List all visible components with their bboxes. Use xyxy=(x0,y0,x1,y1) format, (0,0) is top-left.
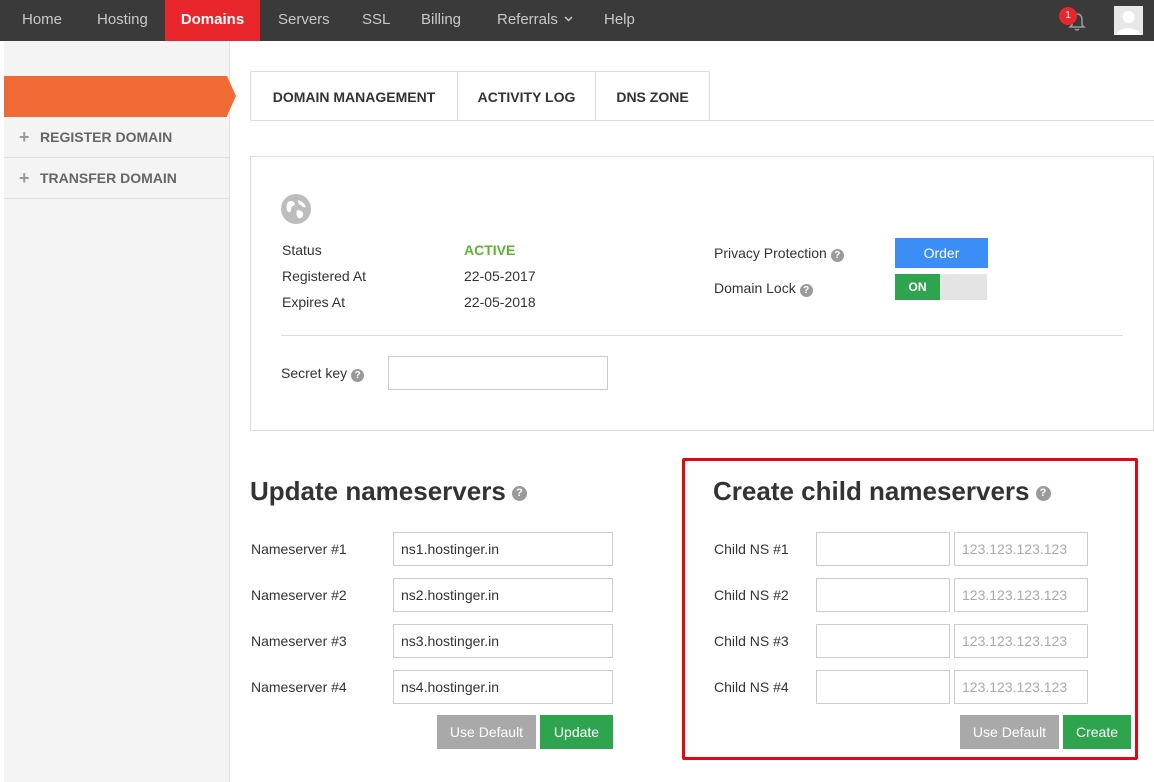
secret-key-text: Secret key xyxy=(281,365,348,381)
tab-activity-log[interactable]: ACTIVITY LOG xyxy=(457,71,596,121)
domain-info-panel xyxy=(250,156,1154,431)
top-nav-bar: Home Hosting Domains Servers SSL Billing… xyxy=(0,0,1154,48)
nameserver-1-label: Nameserver #1 xyxy=(251,541,347,557)
registered-value: 22-05-2017 xyxy=(464,268,536,284)
panel-divider xyxy=(281,335,1123,336)
domain-lock-text: Domain Lock xyxy=(714,280,796,296)
sidebar-item-transfer-domain[interactable]: + TRANSFER DOMAIN xyxy=(4,158,230,199)
help-icon[interactable]: ? xyxy=(1035,485,1051,501)
nav-referrals[interactable]: Referrals xyxy=(497,0,573,41)
sidebar-item-label: TRANSFER DOMAIN xyxy=(40,170,177,186)
child-ns-use-default-button[interactable]: Use Default xyxy=(960,715,1059,749)
order-privacy-button[interactable]: Order xyxy=(895,238,988,268)
nav-home[interactable]: Home xyxy=(22,0,62,41)
child-ns-1-ip-input[interactable]: 123.123.123.123 xyxy=(954,532,1088,566)
child-ns-4-label: Child NS #4 xyxy=(714,679,789,695)
child-ns-2-label: Child NS #2 xyxy=(714,587,789,603)
nameserver-3-label: Nameserver #3 xyxy=(251,633,347,649)
child-ns-3-label: Child NS #3 xyxy=(714,633,789,649)
child-ns-4-ip-input[interactable]: 123.123.123.123 xyxy=(954,670,1088,704)
nameserver-2-input[interactable]: ns2.hostinger.in xyxy=(393,578,613,612)
domain-lock-toggle[interactable]: ON xyxy=(895,274,987,300)
child-ns-3-name-input[interactable] xyxy=(816,624,950,658)
update-nameservers-button[interactable]: Update xyxy=(540,715,613,749)
globe-icon xyxy=(281,194,311,224)
nav-billing[interactable]: Billing xyxy=(421,0,461,41)
nameservers-use-default-button[interactable]: Use Default xyxy=(437,715,536,749)
nameserver-4-label: Nameserver #4 xyxy=(251,679,347,695)
child-nameservers-title: Create child nameservers? xyxy=(713,476,1051,507)
expires-label: Expires At xyxy=(282,294,346,310)
nav-ssl[interactable]: SSL xyxy=(362,0,390,41)
expires-value: 22-05-2018 xyxy=(464,294,536,310)
nav-hosting[interactable]: Hosting xyxy=(97,0,148,41)
child-nameservers-text: Create child nameservers xyxy=(713,476,1030,506)
notification-badge: 1 xyxy=(1059,7,1077,25)
plus-icon: + xyxy=(19,127,30,147)
help-icon[interactable]: ? xyxy=(351,369,365,382)
nav-referrals-label: Referrals xyxy=(497,11,558,28)
toggle-on-label: ON xyxy=(895,274,940,300)
update-nameservers-title: Update nameservers? xyxy=(250,476,527,507)
child-ns-1-label: Child NS #1 xyxy=(714,541,789,557)
user-avatar-icon[interactable] xyxy=(1114,6,1143,35)
child-ns-4-name-input[interactable] xyxy=(816,670,950,704)
chevron-down-icon xyxy=(564,16,573,22)
create-child-ns-button[interactable]: Create xyxy=(1063,715,1131,749)
secret-key-input[interactable] xyxy=(388,356,608,390)
help-icon[interactable]: ? xyxy=(830,249,844,262)
sidebar-item-register-domain[interactable]: + REGISTER DOMAIN xyxy=(4,117,230,158)
plus-icon: + xyxy=(19,168,30,188)
child-ns-2-ip-input[interactable]: 123.123.123.123 xyxy=(954,578,1088,612)
nameserver-1-input[interactable]: ns1.hostinger.in xyxy=(393,532,613,566)
nav-servers[interactable]: Servers xyxy=(278,0,330,41)
child-ns-3-ip-input[interactable]: 123.123.123.123 xyxy=(954,624,1088,658)
status-label: Status xyxy=(282,242,322,258)
sidebar-item-label: REGISTER DOMAIN xyxy=(40,129,173,145)
nav-help[interactable]: Help xyxy=(604,0,635,41)
help-icon[interactable]: ? xyxy=(511,485,527,501)
child-ns-1-name-input[interactable] xyxy=(816,532,950,566)
tab-domain-management[interactable]: DOMAIN MANAGEMENT xyxy=(250,71,458,121)
privacy-protection-text: Privacy Protection xyxy=(714,245,827,261)
tab-dns-zone[interactable]: DNS ZONE xyxy=(595,71,710,121)
help-icon[interactable]: ? xyxy=(799,284,813,297)
secret-key-label: Secret key? xyxy=(281,365,365,382)
registered-label: Registered At xyxy=(282,268,367,284)
status-value: ACTIVE xyxy=(464,242,516,258)
nav-domains[interactable]: Domains xyxy=(165,0,260,48)
domain-lock-label: Domain Lock? xyxy=(714,280,813,297)
sidebar-active-item[interactable] xyxy=(4,76,236,117)
child-ns-2-name-input[interactable] xyxy=(816,578,950,612)
nameserver-4-input[interactable]: ns4.hostinger.in xyxy=(393,670,613,704)
update-nameservers-text: Update nameservers xyxy=(250,476,506,506)
nameserver-3-input[interactable]: ns3.hostinger.in xyxy=(393,624,613,658)
nameserver-2-label: Nameserver #2 xyxy=(251,587,347,603)
privacy-protection-label: Privacy Protection? xyxy=(714,245,844,262)
